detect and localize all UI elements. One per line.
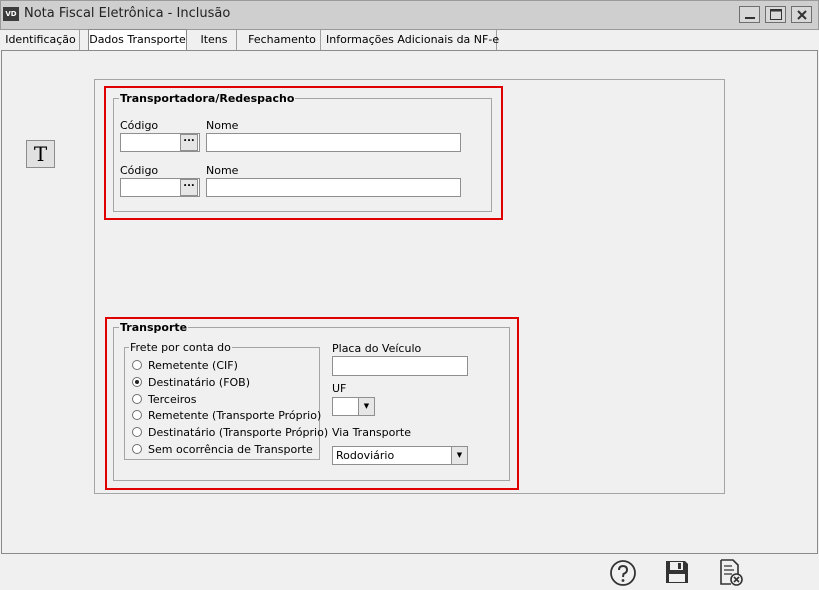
radio-label: Remetente (Transporte Próprio) xyxy=(148,409,322,422)
via-label: Via Transporte xyxy=(332,426,411,439)
nome-input-2[interactable] xyxy=(206,178,461,197)
radio-button xyxy=(132,360,142,370)
nome-input-1[interactable] xyxy=(206,133,461,152)
minimize-icon xyxy=(745,17,755,19)
lookup-button-2[interactable]: ... xyxy=(180,179,198,196)
app-icon: VD xyxy=(3,7,19,21)
radio-label: Sem ocorrência de Transporte xyxy=(148,443,313,456)
radio-destinatario-proprio[interactable]: Destinatário (Transporte Próprio) xyxy=(132,426,328,440)
lookup-button-1[interactable]: ... xyxy=(180,134,198,151)
radio-label: Destinatário (FOB) xyxy=(148,376,251,389)
codigo-input-2[interactable]: ... xyxy=(120,178,200,197)
radio-button xyxy=(132,410,142,420)
uf-select[interactable]: ▼ xyxy=(332,397,375,416)
radio-label: Terceiros xyxy=(148,393,197,406)
radio-sem-ocorrencia[interactable]: Sem ocorrência de Transporte xyxy=(132,443,316,457)
codigo-input-1[interactable]: ... xyxy=(120,133,200,152)
radio-remetente-proprio[interactable]: Remetente (Transporte Próprio) xyxy=(132,409,321,423)
help-button[interactable] xyxy=(609,558,637,588)
codigo-label-1: Código xyxy=(120,119,159,132)
nome-label-1: Nome xyxy=(206,119,239,132)
radio-remetente-cif[interactable]: Remetente (CIF) xyxy=(132,359,316,373)
floppy-disk-icon xyxy=(666,561,688,583)
transporte-title: Transporte xyxy=(119,321,189,334)
maximize-button[interactable] xyxy=(765,6,786,23)
tab-informacoes-adicionais[interactable]: Informações Adicionais da NF-e xyxy=(326,30,499,50)
radio-terceiros[interactable]: Terceiros xyxy=(132,393,316,407)
text-format-button[interactable]: T xyxy=(26,140,55,168)
placa-label: Placa do Veículo xyxy=(332,342,422,355)
via-transporte-select[interactable]: Rodoviário ▼ xyxy=(332,446,468,465)
window-title: Nota Fiscal Eletrônica - Inclusão xyxy=(24,6,231,21)
radio-button-selected xyxy=(132,377,142,387)
chevron-down-icon[interactable]: ▼ xyxy=(451,447,467,464)
maximize-icon xyxy=(770,9,782,20)
cancel-document-button[interactable] xyxy=(716,558,744,588)
save-button[interactable] xyxy=(663,558,691,588)
radio-button xyxy=(132,444,142,454)
radio-label: Remetente (CIF) xyxy=(148,359,238,372)
chevron-down-icon[interactable]: ▼ xyxy=(358,398,374,415)
tab-fechamento[interactable]: Fechamento xyxy=(244,30,321,50)
radio-destinatario-fob[interactable]: Destinatário (FOB) xyxy=(132,376,316,390)
bottom-toolbar xyxy=(0,555,819,590)
radio-label: Destinatário (Transporte Próprio) xyxy=(148,426,329,439)
codigo-label-2: Código xyxy=(120,164,159,177)
transportadora-title: Transportadora/Redespacho xyxy=(119,92,296,105)
nome-label-2: Nome xyxy=(206,164,239,177)
minimize-button[interactable] xyxy=(739,6,760,23)
placa-input[interactable] xyxy=(332,356,468,376)
document-cancel-icon xyxy=(720,559,743,586)
radio-button xyxy=(132,394,142,404)
tab-dados-transporte[interactable]: Dados Transporte xyxy=(88,29,187,51)
frete-title: Frete por conta do xyxy=(129,341,232,354)
tab-identificacao[interactable]: Identificação xyxy=(2,30,80,50)
tab-itens[interactable]: Itens xyxy=(192,30,237,50)
via-value: Rodoviário xyxy=(336,449,395,462)
uf-label: UF xyxy=(332,382,347,395)
close-button[interactable] xyxy=(791,6,812,23)
radio-button xyxy=(132,427,142,437)
help-icon xyxy=(610,560,636,586)
close-icon xyxy=(797,10,807,20)
